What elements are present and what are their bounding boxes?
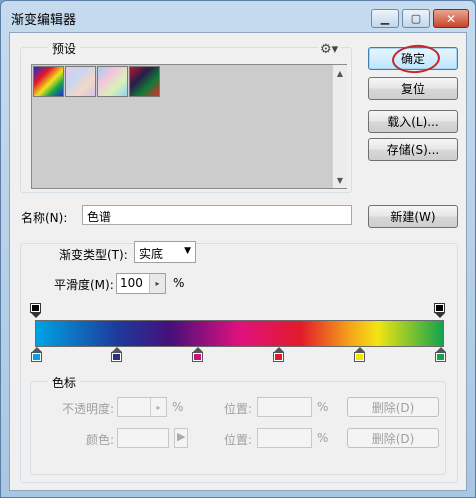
name-label: 名称(N): (21, 211, 68, 225)
color-label: 颜色: (86, 433, 115, 447)
delete-opacity-stop-button[interactable]: 删除(D) (347, 397, 439, 417)
preset-swatch[interactable] (33, 66, 64, 97)
opacity-location-label: 位置: (224, 402, 253, 416)
smoothness-input[interactable]: 100 ▸ (116, 273, 166, 294)
window-title: 渐变编辑器 (11, 13, 77, 28)
gradient-type-select[interactable]: 实底 ▼ (134, 241, 196, 263)
gradient-editor-window: 渐变编辑器 ▁ ▢ ✕ 预设 ⚙▾ ▲ ▼ 确定 复位 载入(L)... 存储(… (0, 0, 476, 498)
opacity-location-unit: % (317, 400, 329, 414)
preset-swatch[interactable] (65, 66, 96, 97)
name-input[interactable]: 色谱 (82, 205, 352, 225)
stepper-arrow-icon[interactable]: ▸ (150, 398, 166, 416)
smoothness-unit: % (173, 276, 185, 290)
maximize-button[interactable]: ▢ (402, 9, 430, 28)
color-stop[interactable] (192, 347, 203, 362)
color-stop[interactable] (273, 347, 284, 362)
opacity-label: 不透明度: (62, 402, 115, 416)
gradient-preview-bar[interactable] (35, 320, 444, 347)
color-swatch-box[interactable] (117, 428, 169, 448)
color-location-label: 位置: (224, 433, 253, 447)
load-button[interactable]: 载入(L)... (368, 110, 458, 133)
color-stop[interactable] (435, 347, 446, 362)
minimize-icon: ▁ (380, 12, 390, 25)
stepper-arrow-icon[interactable]: ▸ (149, 274, 165, 293)
color-stop[interactable] (111, 347, 122, 362)
save-button[interactable]: 存储(S)... (368, 138, 458, 161)
reset-button[interactable]: 复位 (368, 77, 458, 100)
color-stop[interactable] (31, 347, 42, 362)
preset-swatch[interactable] (129, 66, 160, 97)
maximize-icon: ▢ (410, 12, 422, 25)
opacity-stop-right[interactable] (434, 303, 445, 318)
gear-icon[interactable]: ⚙▾ (318, 42, 341, 57)
delete-color-stop-button[interactable]: 删除(D) (347, 428, 439, 448)
opacity-stop-left[interactable] (30, 303, 41, 318)
gradient-type-label: 渐变类型(T): (56, 246, 131, 263)
opacity-unit: % (172, 400, 184, 414)
preset-scrollbar[interactable]: ▲ ▼ (332, 65, 347, 188)
preset-swatch[interactable] (97, 66, 128, 97)
opacity-input[interactable]: ▸ (117, 397, 167, 417)
chevron-down-icon: ▼ (184, 246, 191, 256)
color-location-unit: % (317, 431, 329, 445)
scroll-up-icon[interactable]: ▲ (333, 66, 347, 80)
smoothness-value: 100 (120, 276, 143, 290)
color-stops-legend: 色标 (48, 374, 81, 391)
color-menu-arrow-icon[interactable]: ▶ (174, 428, 188, 448)
close-icon: ✕ (445, 11, 457, 26)
new-button[interactable]: 新建(W) (368, 205, 458, 228)
minimize-button[interactable]: ▁ (371, 9, 399, 28)
dialog-body: 预设 ⚙▾ ▲ ▼ 确定 复位 载入(L)... 存储(S)... 名称(N):… (9, 32, 467, 491)
scroll-down-icon[interactable]: ▼ (333, 173, 347, 187)
smoothness-label: 平滑度(M): (54, 278, 114, 292)
title-bar[interactable]: 渐变编辑器 ▁ ▢ ✕ (1, 1, 475, 31)
presets-legend: 预设 (48, 40, 81, 57)
preset-list[interactable]: ▲ ▼ (31, 64, 347, 189)
opacity-location-input[interactable] (257, 397, 312, 417)
gradient-type-value: 实底 (139, 247, 164, 261)
color-location-input[interactable] (257, 428, 312, 448)
color-stop[interactable] (354, 347, 365, 362)
close-button[interactable]: ✕ (433, 9, 469, 28)
